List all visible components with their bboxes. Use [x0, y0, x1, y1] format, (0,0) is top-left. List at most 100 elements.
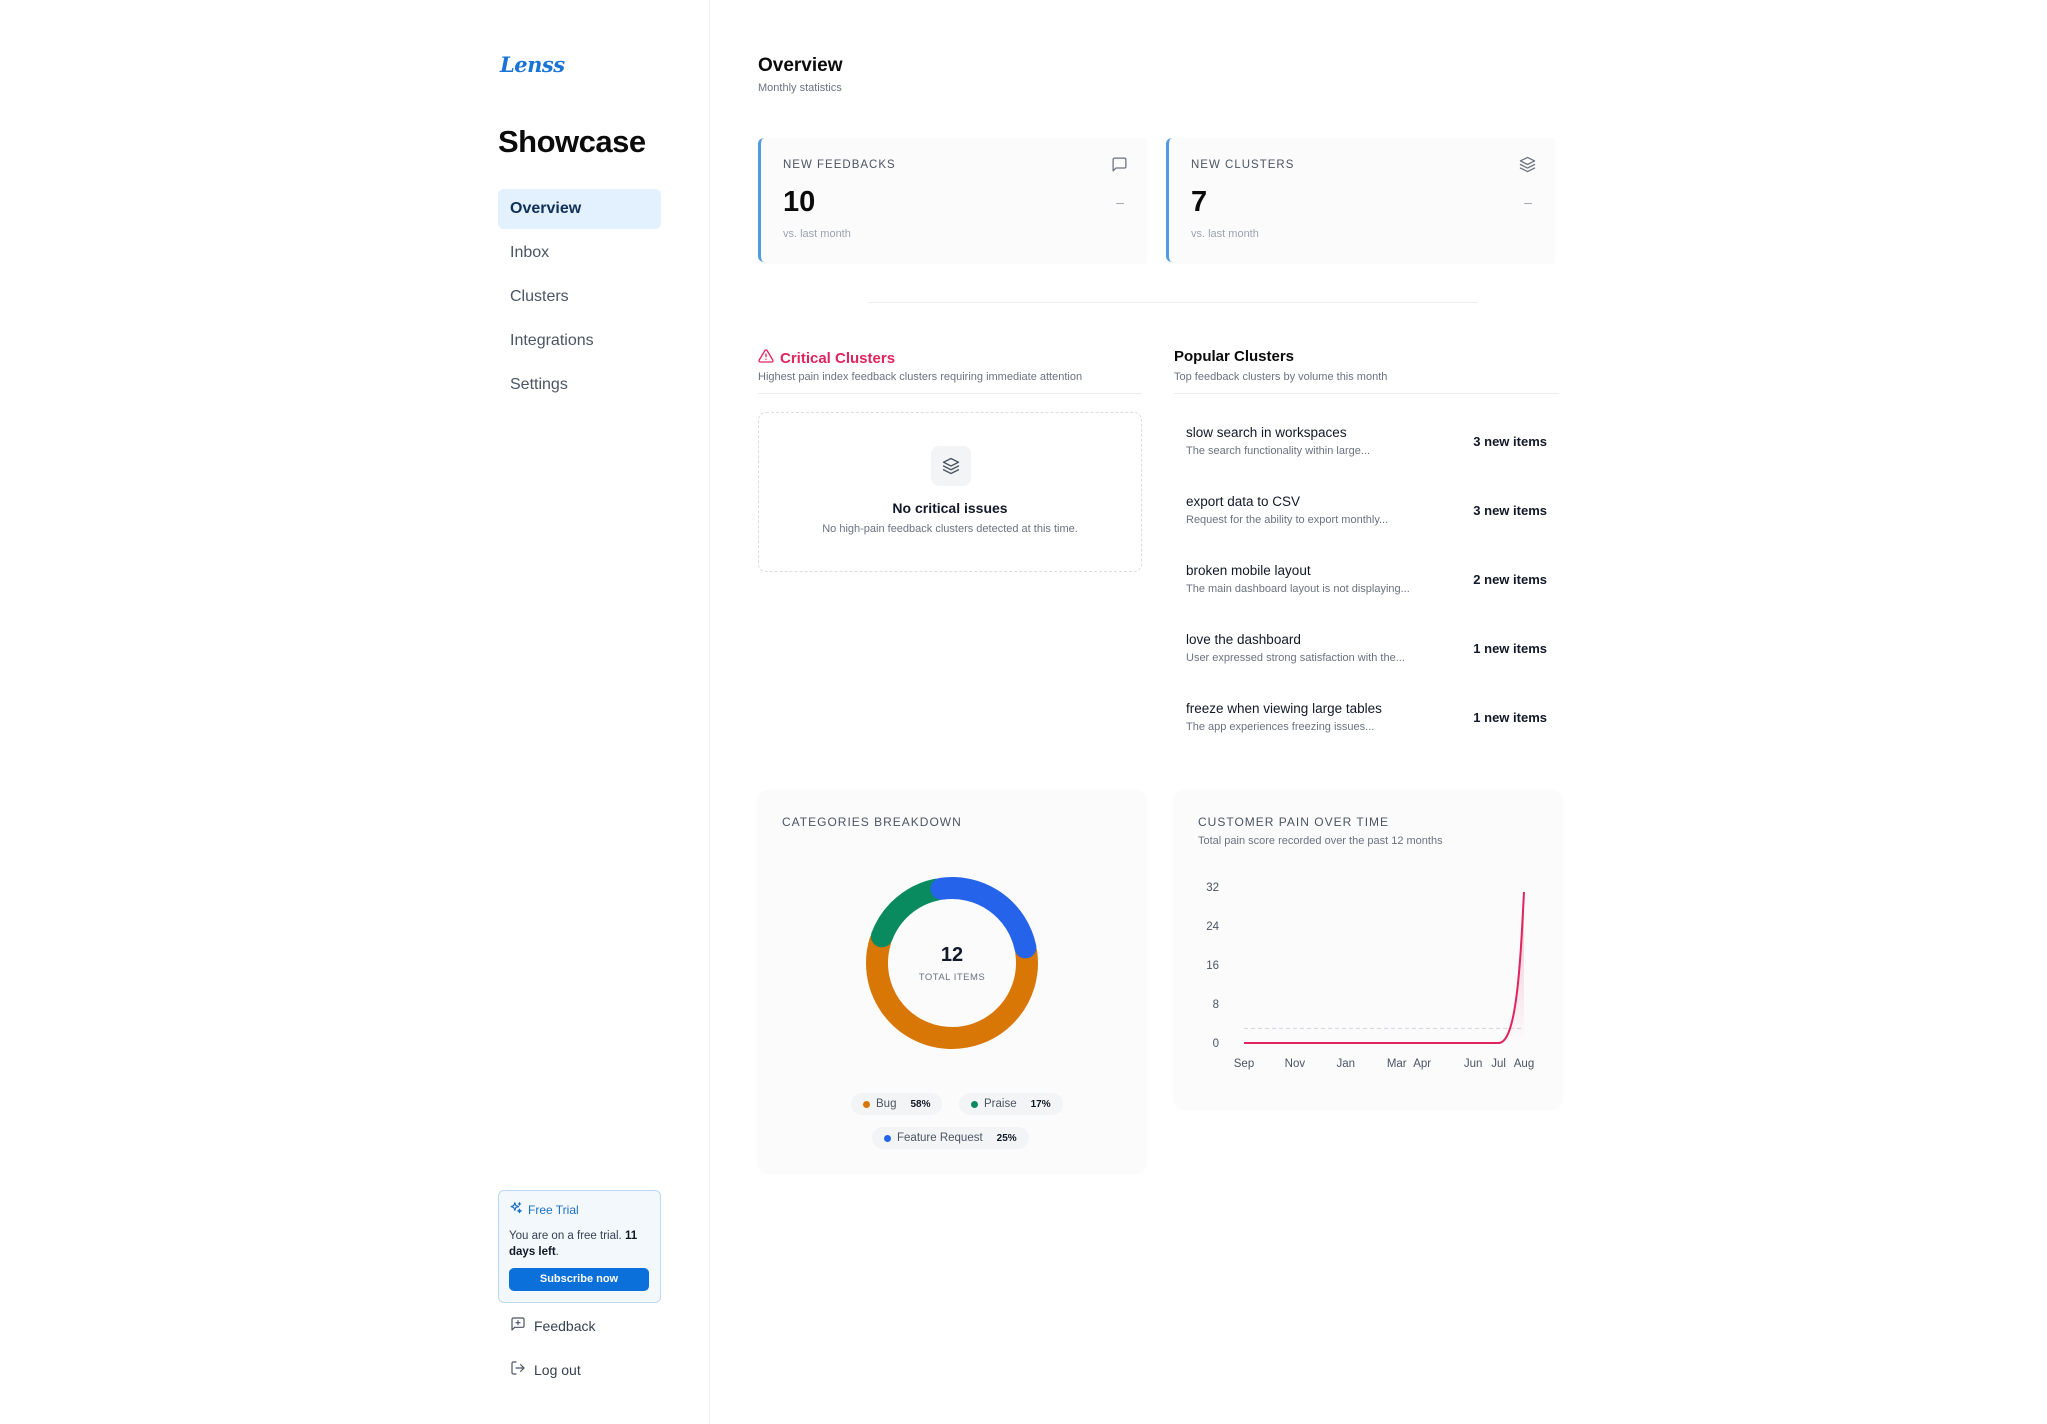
cluster-item[interactable]: freeze when viewing large tables The app… — [1174, 686, 1559, 755]
layers-icon — [931, 446, 971, 486]
legend-name: Bug — [876, 1098, 897, 1110]
pain-line-chart: 0 8 16 24 32 Sep Nov Jan Mar Apr Jun Jul Aug — [1206, 882, 1534, 1070]
free-trial-card: Free Trial You are on a free trial. 11 d… — [498, 1190, 661, 1303]
legend-item-feature-request: Feature Request 25% — [872, 1127, 1029, 1149]
customer-pain-panel: CUSTOMER PAIN OVER TIME Total pain score… — [1174, 790, 1562, 1108]
legend-dot — [884, 1134, 891, 1142]
feedback-label: Feedback — [534, 1317, 596, 1334]
trial-text-prefix: You are on a free trial. — [509, 1230, 625, 1242]
critical-clusters-subtitle: Highest pain index feedback clusters req… — [758, 371, 1083, 383]
sparkles-icon — [509, 1201, 523, 1218]
donut-segment-praise[interactable] — [870, 878, 948, 948]
stat-delta: – — [1524, 194, 1532, 210]
x-tick-label: Aug — [1514, 1058, 1534, 1070]
categories-donut-chart: 12 TOTAL ITEMS — [866, 877, 1038, 1049]
y-tick-label: 16 — [1206, 960, 1219, 972]
x-tick-label: Nov — [1285, 1058, 1306, 1070]
legend-percent: 25% — [996, 1132, 1017, 1144]
legend-percent: 17% — [1030, 1098, 1051, 1110]
legend-percent: 58% — [910, 1098, 931, 1110]
layers-icon — [1519, 156, 1536, 178]
stat-label: NEW FEEDBACKS — [783, 159, 896, 171]
sidebar-item-inbox[interactable]: Inbox — [498, 233, 661, 273]
stat-delta: – — [1116, 194, 1124, 210]
log-out-icon — [510, 1360, 526, 1379]
panel-subtitle: Total pain score recorded over the past … — [1198, 835, 1443, 847]
sidebar-item-settings[interactable]: Settings — [498, 365, 661, 405]
cluster-item[interactable]: export data to CSV Request for the abili… — [1174, 479, 1559, 548]
stat-value: 7 — [1191, 186, 1208, 218]
page-title: Overview — [758, 55, 843, 76]
trial-title: Free Trial — [528, 1202, 579, 1217]
x-tick-label: Sep — [1234, 1058, 1254, 1070]
cluster-count: 2 new items — [1473, 572, 1547, 587]
x-tick-label: Jun — [1464, 1058, 1483, 1070]
new-feedbacks-card: NEW FEEDBACKS 10 vs. last month – — [758, 138, 1146, 262]
stat-comparison: vs. last month — [1191, 228, 1259, 240]
page-subtitle: Monthly statistics — [758, 82, 842, 94]
critical-clusters-label: Critical Clusters — [780, 349, 896, 367]
section-divider — [868, 302, 1478, 303]
main-content: Overview Monthly statistics NEW FEEDBACK… — [758, 0, 1562, 1424]
panel-title: CUSTOMER PAIN OVER TIME — [1198, 815, 1390, 829]
critical-empty-state: No critical issues No high-pain feedback… — [758, 412, 1142, 572]
legend-item-bug: Bug 58% — [851, 1093, 943, 1115]
stat-value: 10 — [783, 186, 816, 218]
y-tick-label: 8 — [1213, 999, 1219, 1011]
popular-clusters-title: Popular Clusters — [1174, 348, 1295, 365]
logout-link[interactable]: Log out — [510, 1360, 581, 1379]
cluster-item[interactable]: love the dashboard User expressed strong… — [1174, 617, 1559, 686]
feedback-link[interactable]: Feedback — [510, 1316, 595, 1335]
message-square-icon — [1111, 156, 1128, 178]
workspace-title: Showcase — [498, 124, 646, 159]
cluster-count: 3 new items — [1473, 434, 1547, 449]
pain-area — [1244, 891, 1524, 1043]
stat-comparison: vs. last month — [783, 228, 851, 240]
x-tick-label: Apr — [1413, 1058, 1431, 1070]
new-clusters-card: NEW CLUSTERS 7 vs. last month – — [1166, 138, 1554, 262]
popular-clusters-list: slow search in workspaces The search fun… — [1174, 410, 1559, 755]
legend-name: Praise — [984, 1098, 1017, 1110]
pain-series-line — [1244, 891, 1525, 1044]
categories-breakdown-panel: CATEGORIES BREAKDOWN 12 TOTAL ITEMS Bug … — [758, 790, 1146, 1172]
legend-item-praise: Praise 17% — [959, 1093, 1063, 1115]
panel-title: CATEGORIES BREAKDOWN — [782, 815, 962, 829]
legend-dot — [971, 1100, 978, 1108]
x-tick-label: Jan — [1337, 1058, 1356, 1070]
legend-dot — [863, 1100, 870, 1108]
donut-total-value: 12 — [941, 944, 963, 966]
y-tick-label: 0 — [1213, 1038, 1219, 1050]
cluster-count: 3 new items — [1473, 503, 1547, 518]
cluster-count: 1 new items — [1473, 710, 1547, 725]
sidebar: Lenss Showcase Overview Inbox Clusters I… — [498, 0, 710, 1424]
subscribe-button[interactable]: Subscribe now — [509, 1268, 649, 1291]
sidebar-item-clusters[interactable]: Clusters — [498, 277, 661, 317]
x-tick-label: Mar — [1387, 1058, 1407, 1070]
sidebar-nav: Overview Inbox Clusters Integrations Set… — [498, 189, 661, 409]
logout-label: Log out — [534, 1361, 581, 1378]
section-rule — [1174, 393, 1559, 394]
y-tick-label: 24 — [1206, 921, 1219, 933]
empty-state-subtitle: No high-pain feedback clusters detected … — [822, 523, 1078, 535]
cluster-item[interactable]: slow search in workspaces The search fun… — [1174, 410, 1559, 479]
app-logo[interactable]: Lenss — [500, 52, 565, 77]
sidebar-item-integrations[interactable]: Integrations — [498, 321, 661, 361]
critical-clusters-title: Critical Clusters — [758, 348, 895, 368]
trial-text-suffix: . — [555, 1246, 559, 1258]
donut-segment-feature-request[interactable] — [930, 877, 1037, 959]
alert-triangle-icon — [758, 348, 774, 368]
cluster-count: 1 new items — [1473, 641, 1547, 656]
cluster-item[interactable]: broken mobile layout The main dashboard … — [1174, 548, 1559, 617]
stat-label: NEW CLUSTERS — [1191, 159, 1295, 171]
popular-clusters-subtitle: Top feedback clusters by volume this mon… — [1174, 371, 1388, 383]
sidebar-item-overview[interactable]: Overview — [498, 189, 661, 229]
message-plus-icon — [510, 1316, 526, 1335]
x-tick-label: Jul — [1491, 1058, 1506, 1070]
empty-state-title: No critical issues — [892, 500, 1008, 516]
y-tick-label: 32 — [1206, 882, 1219, 894]
trial-message: You are on a free trial. 11 days left. — [509, 1228, 650, 1260]
donut-total-label: TOTAL ITEMS — [919, 972, 986, 983]
legend-name: Feature Request — [897, 1132, 983, 1144]
section-rule — [758, 393, 1142, 394]
trial-header: Free Trial — [509, 1201, 650, 1218]
